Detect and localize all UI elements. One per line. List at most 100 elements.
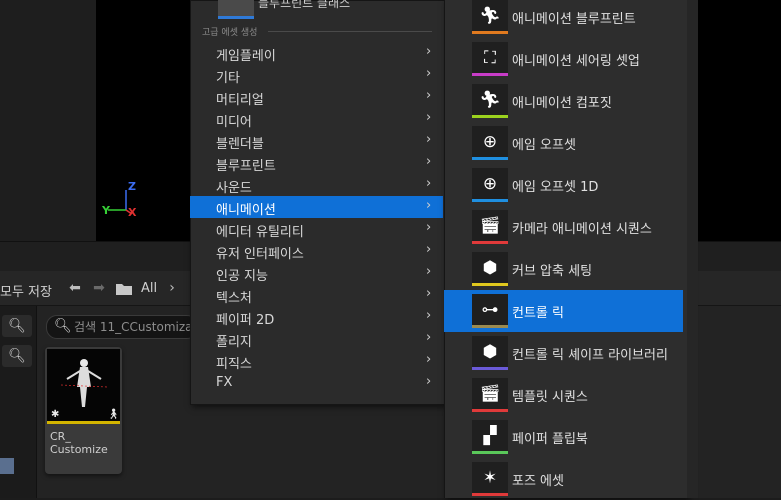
selected-folder-indicator[interactable] xyxy=(0,458,14,474)
chevron-right-icon: › xyxy=(426,286,432,301)
blueprint-class-icon[interactable] xyxy=(218,0,254,19)
menu-item[interactable]: FX › xyxy=(190,372,443,394)
clapperboard-icon: 🎬︎ xyxy=(472,378,508,412)
menu-item[interactable]: 인공 지능 › xyxy=(190,262,443,284)
menu-item-blueprint-class[interactable]: 블루프린트 클래스 xyxy=(258,0,350,11)
chevron-right-icon: › xyxy=(426,352,432,367)
menu-item[interactable]: 에디터 유틸리티 › xyxy=(190,218,443,240)
search-icon[interactable]: 🔍︎ xyxy=(2,315,32,337)
clapperboard-icon: 🎬︎ xyxy=(472,210,508,244)
gizmo-z-label: Z xyxy=(128,180,136,193)
forward-arrow-icon[interactable]: ➡ xyxy=(91,280,107,296)
submenu-item[interactable]: ✶ 포즈 에셋 xyxy=(444,458,683,500)
menu-item-label: 미디어 xyxy=(216,115,252,130)
menu-item[interactable]: 게임플레이 › xyxy=(190,42,443,64)
menu-item-label: 블루프린트 xyxy=(216,159,276,174)
submenu-item[interactable]: 🎬︎ 카메라 애니메이션 시퀀스 xyxy=(444,206,683,248)
chevron-right-icon: › xyxy=(426,264,432,279)
search-icon[interactable]: 🔍︎ xyxy=(2,345,32,367)
asset-type-bar xyxy=(47,421,120,424)
chevron-right-icon: › xyxy=(426,242,432,257)
menu-item-label: 에디터 유틸리티 xyxy=(216,225,304,240)
submenu-item[interactable]: 🏃︎ 애니메이션 컴포짓 xyxy=(444,80,683,122)
submenu-item[interactable]: ⛶ 애니메이션 세어링 셋업 xyxy=(444,38,683,80)
asset-name: CR_ Customize xyxy=(50,430,108,456)
menu-item-label: 머티리얼 xyxy=(216,93,264,108)
menu-item[interactable]: 블렌더블 › xyxy=(190,130,443,152)
svg-text:✱: ✱ xyxy=(51,409,59,420)
menu-item[interactable]: 머티리얼 › xyxy=(190,86,443,108)
back-arrow-icon[interactable]: ⬅ xyxy=(67,280,83,296)
submenu-item[interactable]: ⬢ 컨트롤 릭 셰이프 라이브러리 xyxy=(444,332,683,374)
character-preview-icon: ✱ 🚶︎ xyxy=(51,359,120,420)
menu-item[interactable]: 애니메이션 › xyxy=(190,196,443,218)
pose-figure-icon: ✶ xyxy=(472,462,508,496)
submenu-item[interactable]: ⊶ 컨트롤 릭 xyxy=(444,290,683,332)
menu-item[interactable]: 텍스처 › xyxy=(190,284,443,306)
submenu-item[interactable]: ⬢ 커브 압축 세팅 xyxy=(444,248,683,290)
submenu-item-label: 컨트롤 릭 셰이프 라이브러리 xyxy=(512,348,668,363)
menu-item-label: 피직스 xyxy=(216,357,252,372)
menu-item-label: 텍스처 xyxy=(216,291,252,306)
menu-item[interactable]: 피직스 › xyxy=(190,350,443,372)
submenu-item[interactable]: 🏃︎ 애니메이션 블루프린트 xyxy=(444,0,683,38)
submenu-item-label: 애니메이션 블루프린트 xyxy=(512,12,636,27)
menu-item[interactable]: 페이퍼 2D › xyxy=(190,306,443,328)
gizmo-x-label: X xyxy=(128,206,137,219)
submenu-item-label: 에임 오프셋 xyxy=(512,138,576,153)
menu-item-label: 인공 지능 xyxy=(216,269,268,284)
menu-item[interactable]: 유저 인터페이스 › xyxy=(190,240,443,262)
menu-item-label: 기타 xyxy=(216,71,240,86)
menu-item[interactable]: 사운드 › xyxy=(190,174,443,196)
viewport-side-panel xyxy=(0,0,96,241)
menu-item-label: 폴리지 xyxy=(216,335,252,350)
submenu-item-label: 컨트롤 릭 xyxy=(512,306,564,321)
chevron-right-icon: › xyxy=(426,176,432,191)
chevron-right-icon: › xyxy=(426,220,432,235)
chevron-right-icon[interactable]: › xyxy=(164,280,180,296)
submenu-item[interactable]: 🎬︎ 템플릿 시퀀스 xyxy=(444,374,683,416)
submenu-item[interactable]: ▞ 페이퍼 플립북 xyxy=(444,416,683,458)
hierarchy-icon: ⛶ xyxy=(472,42,508,76)
menu-item[interactable]: 미디어 › xyxy=(190,108,443,130)
asset-thumbnail: ✱ 🚶︎ xyxy=(47,349,120,422)
menu-item-label: 사운드 xyxy=(216,181,252,196)
submenu-item-label: 애니메이션 컴포짓 xyxy=(512,96,612,111)
submenu-item-label: 애니메이션 세어링 셋업 xyxy=(512,54,640,69)
menu-item[interactable]: 폴리지 › xyxy=(190,328,443,350)
submenu-item-label: 템플릿 시퀀스 xyxy=(512,390,588,405)
flipbook-icon: ▞ xyxy=(472,420,508,454)
running-person-cube-icon: 🏃︎ xyxy=(472,84,508,118)
crosshair-icon: ⊕ xyxy=(472,168,508,202)
menu-item-label: 페이퍼 2D xyxy=(216,313,275,328)
menu-item-label: 블렌더블 xyxy=(216,137,264,152)
submenu-item[interactable]: ⊕ 에임 오프셋 1D xyxy=(444,164,683,206)
save-all-button[interactable]: 모두 저장 xyxy=(0,281,52,300)
menu-item-label: 게임플레이 xyxy=(216,49,276,64)
crosshair-icon: ⊕ xyxy=(472,126,508,160)
menu-item-label: FX xyxy=(216,375,233,390)
gizmo-y-label: Y xyxy=(102,204,110,217)
submenu-item-label: 카메라 애니메이션 시퀀스 xyxy=(512,222,652,237)
submenu-item[interactable]: ⊕ 에임 오프셋 xyxy=(444,122,683,164)
chevron-right-icon: › xyxy=(426,198,432,213)
chevron-right-icon: › xyxy=(426,330,432,345)
chevron-right-icon: › xyxy=(426,132,432,147)
submenu-item-label: 페이퍼 플립북 xyxy=(512,432,588,447)
search-placeholder: 검색 11_CCustomiza xyxy=(74,320,193,334)
menu-section-header: 고급 에셋 생성 xyxy=(202,28,258,38)
menu-item[interactable]: 블루프린트 › xyxy=(190,152,443,174)
chevron-right-icon: › xyxy=(426,44,432,59)
chevron-right-icon: › xyxy=(426,88,432,103)
submenu-scroll-gutter xyxy=(687,0,698,498)
svg-text:🚶︎: 🚶︎ xyxy=(107,408,120,420)
submenu-item-label: 에임 오프셋 1D xyxy=(512,180,599,195)
menu-item[interactable]: 기타 › xyxy=(190,64,443,86)
chevron-right-icon: › xyxy=(426,154,432,169)
folder-icon[interactable] xyxy=(115,282,133,296)
chevron-right-icon: › xyxy=(426,66,432,81)
menu-divider xyxy=(268,31,432,32)
menu-item-label: 애니메이션 xyxy=(216,203,276,218)
breadcrumb-all[interactable]: All xyxy=(141,281,157,296)
cube-icon: ⬢ xyxy=(472,336,508,370)
